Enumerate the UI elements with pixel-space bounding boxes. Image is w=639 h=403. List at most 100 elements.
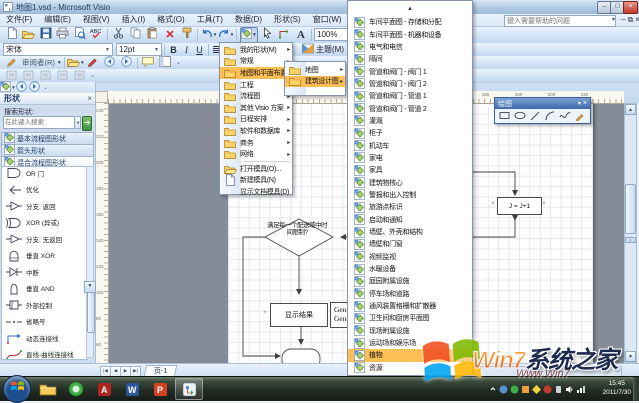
menubar-item[interactable]: 格式(O) (151, 14, 191, 26)
menu-scroll-up-arrow[interactable]: ▲ (348, 1, 472, 16)
redo-icon[interactable]: ▾ (218, 28, 234, 42)
italic-button[interactable]: I (180, 44, 193, 56)
arcT-icon[interactable] (544, 110, 557, 122)
menubar-item[interactable]: 窗口(W) (307, 14, 348, 26)
menubar-item[interactable]: 编辑(E) (38, 14, 77, 26)
format-painter-icon[interactable] (179, 27, 195, 42)
open-icon[interactable] (21, 28, 37, 42)
stencil-item[interactable]: 灌溉 (348, 115, 472, 127)
trayarr-icon[interactable] (488, 385, 497, 394)
scrollbar-thumb[interactable] (87, 287, 95, 333)
drawing-toolbar-titlebar[interactable]: 绘图 ▾ × (495, 98, 590, 109)
delete-icon[interactable] (162, 28, 178, 42)
shape-interrupt[interactable]: 中断 (2, 266, 87, 283)
back-icon[interactable] (16, 80, 28, 93)
stencil-item[interactable]: 资源 (348, 362, 472, 374)
menubar-item[interactable]: 插入(I) (116, 14, 152, 26)
toolbar-close-icon[interactable]: × (583, 100, 587, 107)
mini-toolbar-overflow-icon[interactable]: ⌄ (43, 84, 48, 91)
toolbar-overflow-icon[interactable]: ⌄ (90, 72, 95, 79)
paste-icon[interactable] (145, 26, 161, 42)
next-markup-icon[interactable] (118, 55, 134, 70)
shapes-panel-close-icon[interactable]: × (87, 93, 92, 105)
vertical-scrollbar[interactable]: ▲ ≡ ▼ (624, 103, 637, 363)
tray1-icon[interactable] (499, 385, 508, 394)
stencil-item[interactable]: 警报和出入控制 (348, 189, 472, 201)
tray7-icon[interactable] (565, 385, 574, 394)
menubar-item[interactable]: 数据(D) (229, 14, 268, 26)
expl-icon[interactable] (35, 379, 61, 399)
tray6-icon[interactable] (554, 385, 563, 394)
undo-icon[interactable]: ▾ (201, 28, 217, 42)
stencil-item[interactable]: 启动和通知 (348, 214, 472, 226)
scrollbar-thumb[interactable] (625, 184, 636, 234)
copy-icon[interactable] (128, 27, 144, 42)
stencil-item[interactable]: 机动车 (348, 139, 472, 151)
help-search-input[interactable] (504, 15, 616, 27)
scroll-down-icon[interactable]: ▼ (625, 351, 636, 362)
tray5-icon[interactable] (543, 385, 552, 394)
stencil-item[interactable]: 车间平面图 - 机器和设备 (348, 28, 472, 40)
menu-item[interactable]: 显示文档模具(D) ▸ (220, 186, 292, 198)
menu-item[interactable]: 工程 ▸ (220, 79, 292, 91)
menubar-item[interactable]: 工具(T) (191, 14, 229, 26)
penT-icon[interactable] (574, 110, 587, 122)
menu-item[interactable]: 常规 ▸ (220, 56, 292, 68)
ppt-icon[interactable]: P (147, 379, 173, 399)
stencil-item[interactable]: 管道和阀门 - 管道 1 (348, 90, 472, 102)
menubar-item[interactable]: 文件(F) (0, 14, 38, 26)
doc-restore-button[interactable]: ⧉ (627, 15, 634, 25)
green-icon[interactable] (63, 379, 89, 399)
menu-item[interactable]: 新建模具(N) ▸ (220, 174, 292, 187)
stencil-tab[interactable]: 基本流程图形状 (1, 132, 94, 144)
ellT-icon[interactable] (513, 110, 526, 122)
process-box[interactable]: 显示结果 (270, 303, 328, 327)
save-icon[interactable] (38, 27, 54, 42)
stencil-item[interactable]: 柜子 (348, 127, 472, 139)
stencil-item[interactable]: 现场附属设施 (348, 325, 472, 337)
tray3-icon[interactable] (521, 385, 530, 394)
stencil-item[interactable]: 车间平面图 - 存储和分配 (348, 16, 472, 28)
insert-comment-icon[interactable] (140, 56, 156, 70)
tray4-icon[interactable] (532, 384, 541, 394)
shape-xor[interactable]: XOR (异或) (2, 217, 87, 234)
toolbar-overflow-icon[interactable]: ⌄ (176, 59, 181, 66)
shape-vertical-xor[interactable]: 垂直 XOR (2, 250, 87, 267)
stencil-item[interactable]: 墙壁、外壳和结构 (348, 226, 472, 238)
stencil-item[interactable]: 墙壁和门窗 (348, 238, 472, 250)
print-icon[interactable] (55, 27, 71, 42)
word-icon[interactable]: W (119, 379, 145, 399)
shape-list-scroll-down-icon[interactable]: ▼ (84, 281, 96, 293)
lineT-icon[interactable] (528, 110, 541, 122)
stencil-item[interactable]: 建筑物核心 (348, 176, 472, 188)
stencil-item[interactable]: 管道和阀门 - 阀门 2 (348, 78, 472, 90)
shape-external-control[interactable]: 外部控制 (2, 299, 87, 316)
action-icon-4[interactable] (55, 69, 71, 83)
visio-icon[interactable] (175, 378, 203, 400)
menu-item[interactable]: 打开模具(O)... ▸ (220, 163, 292, 175)
toolbar-dropdown-icon[interactable]: ▾ (578, 100, 581, 107)
action-icon-5[interactable] (72, 69, 88, 83)
counter-box[interactable]: J = J+1 (497, 197, 542, 215)
stencil-item[interactable]: 视频监视 (348, 251, 472, 263)
previous-markup-icon[interactable] (101, 55, 117, 70)
stencil-item[interactable]: 旅游点标识 (348, 201, 472, 213)
stencil-item[interactable]: 家电 (348, 152, 472, 164)
stencil-tab[interactable]: 箭头形状 (1, 144, 94, 156)
markup-pane-icon[interactable] (157, 55, 173, 70)
menu-item[interactable]: 软件和数据库 ▸ (220, 125, 292, 137)
shapes-window-icon[interactable]: ▾ (239, 26, 258, 43)
stencil-item[interactable]: 运动场和娱乐场 (348, 337, 472, 349)
stencil-item[interactable]: 水暖设备 (348, 263, 472, 275)
doc-minimize-button[interactable]: ‒ (620, 15, 627, 24)
connector-tool-icon[interactable] (276, 28, 292, 42)
cut-icon[interactable] (111, 27, 127, 42)
underline-button[interactable]: U (193, 44, 206, 56)
menu-item[interactable]: 网络 ▸ (220, 148, 292, 160)
stencil-item[interactable]: 植物 (348, 349, 472, 362)
pdf-icon[interactable]: A (91, 379, 117, 399)
menu-item[interactable]: 其他 Visio 方案 ▸ (220, 102, 292, 114)
stencil-window-icon[interactable]: ▾ (0, 80, 15, 93)
pointer-tool-icon[interactable] (259, 26, 275, 42)
red-pen-icon[interactable] (84, 56, 100, 70)
